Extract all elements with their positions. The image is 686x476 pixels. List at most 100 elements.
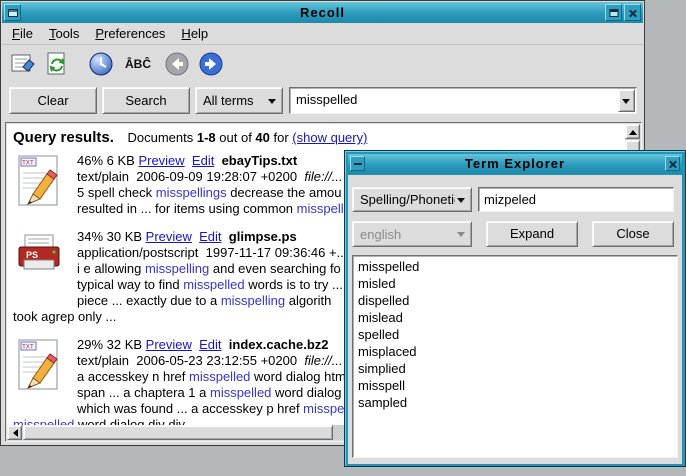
results-total: 40 xyxy=(255,130,269,145)
term-explorer-spell-icon: ÂBĈ xyxy=(125,57,151,71)
snippet-text xyxy=(222,229,229,244)
snippet-text: which was found ... a accesskey p href xyxy=(77,401,303,416)
show-query-link[interactable]: (show query) xyxy=(292,130,367,145)
erase-search-icon xyxy=(10,51,36,77)
nav-forward-icon xyxy=(198,51,224,77)
expand-mode-value: Spelling/Phonetic xyxy=(360,188,455,211)
term-item[interactable]: misled xyxy=(358,275,672,292)
scroll-left-button[interactable] xyxy=(7,425,22,440)
preview-link[interactable]: Preview xyxy=(146,229,192,244)
svg-text:TXT: TXT xyxy=(22,343,34,351)
menu-help[interactable]: Help xyxy=(173,23,216,44)
back-button[interactable] xyxy=(162,49,192,79)
clear-button[interactable]: Clear xyxy=(9,87,97,114)
chevron-down-icon xyxy=(457,198,465,203)
update-index-icon xyxy=(44,51,70,77)
term-item[interactable]: sampled xyxy=(358,394,672,411)
snippet-text: and even searching fo xyxy=(209,261,341,276)
dialog-title-bar[interactable]: Term Explorer xyxy=(348,154,682,174)
snippet-text xyxy=(214,153,221,168)
highlighted-term: misspe xyxy=(303,401,344,416)
forward-button[interactable] xyxy=(196,49,226,79)
snippet-text: a accesskey n href xyxy=(77,369,189,384)
close-icon xyxy=(668,159,677,168)
preview-link[interactable]: Preview xyxy=(138,153,184,168)
arrow-up-icon xyxy=(629,126,637,135)
results-range: 1-8 xyxy=(197,130,216,145)
dialog-title: Term Explorer xyxy=(348,154,682,174)
language-select[interactable]: english xyxy=(352,221,472,247)
dialog-content: Spelling/Phonetic english Expand Close m… xyxy=(348,175,682,464)
term-item[interactable]: misspelled xyxy=(358,258,672,275)
search-mode-value: All terms xyxy=(203,88,266,113)
snippet-text: text/plain 2006-05-23 23:12:55 +0200 xyxy=(77,353,304,368)
highlighted-term: misspelled xyxy=(210,385,271,400)
search-button[interactable]: Search xyxy=(102,87,190,114)
snippet-text: 29% 32 KB xyxy=(77,337,146,352)
close-dialog-button[interactable]: Close xyxy=(592,221,674,247)
term-item[interactable]: dispelled xyxy=(358,292,672,309)
query-history-dropdown-button[interactable] xyxy=(618,89,635,112)
update-index-button[interactable] xyxy=(42,49,72,79)
snippet-text: word dialog xyxy=(271,385,341,400)
erase-search-button[interactable] xyxy=(8,49,38,79)
snippet-text xyxy=(222,337,229,352)
results-for-label: for xyxy=(270,130,292,145)
menu-bar: FileToolsPreferencesHelp xyxy=(2,23,643,45)
snippet-text: word dialog htm xyxy=(250,369,345,384)
close-button[interactable] xyxy=(624,4,641,21)
text-file-icon: TXT xyxy=(15,154,63,208)
term-explorer-button[interactable]: ÂBĈ xyxy=(120,49,156,79)
results-title: Query results. xyxy=(13,129,114,146)
edit-link[interactable]: Edit xyxy=(199,337,221,352)
term-item[interactable]: misplaced xyxy=(358,343,672,360)
highlighted-term: misspelled xyxy=(189,369,250,384)
edit-link[interactable]: Edit xyxy=(192,153,214,168)
term-item[interactable]: misspell xyxy=(358,377,672,394)
expand-button[interactable]: Expand xyxy=(486,221,578,247)
term-item[interactable]: spelled xyxy=(358,326,672,343)
snippet-text: typical way to find xyxy=(77,277,183,292)
edit-link[interactable]: Edit xyxy=(199,229,221,244)
arrow-left-icon xyxy=(9,429,18,437)
postscript-file-icon: PS xyxy=(15,230,63,284)
window-menu-icon xyxy=(8,9,18,17)
preview-link[interactable]: Preview xyxy=(146,337,192,352)
scroll-up-button[interactable] xyxy=(625,124,640,139)
snippet-text: algorith xyxy=(285,293,331,308)
maximize-button[interactable] xyxy=(605,4,622,21)
snippet-text: piece ... exactly due to a xyxy=(77,293,221,308)
query-input[interactable]: misspelled xyxy=(289,87,637,114)
window-menu-button[interactable] xyxy=(4,4,21,21)
term-input[interactable] xyxy=(478,187,674,212)
term-item[interactable]: mislead xyxy=(358,309,672,326)
highlighted-term: misspellings xyxy=(156,185,227,200)
title-bar[interactable]: Recoll xyxy=(2,2,643,23)
dialog-window-menu-button[interactable] xyxy=(350,156,365,171)
snippet-text: text/plain 2006-09-09 19:28:07 +0200 xyxy=(77,169,304,184)
search-mode-select[interactable]: All terms xyxy=(195,87,283,114)
expand-mode-select[interactable]: Spelling/Phonetic xyxy=(352,187,472,212)
query-value: misspelled xyxy=(296,92,357,107)
highlighted-term: misspelli xyxy=(297,201,347,216)
desktop: { "colors": { "titlebar_teal": "#2b9abc"… xyxy=(0,0,686,476)
highlighted-term: misspelling xyxy=(145,261,209,276)
menu-tools[interactable]: Tools xyxy=(41,23,87,44)
term-list: misspelledmisleddispelledmisleadspelledm… xyxy=(352,255,678,458)
snippet-text: decrease the amou xyxy=(227,185,342,200)
horizontal-scrollbar-thumb[interactable] xyxy=(23,425,333,440)
chevron-down-icon xyxy=(622,99,630,104)
menu-preferences[interactable]: Preferences xyxy=(87,23,173,44)
history-button[interactable] xyxy=(86,49,116,79)
nav-back-icon xyxy=(164,51,190,77)
snippet-text: span ... a chaptera 1 a xyxy=(77,385,210,400)
dialog-close-button[interactable] xyxy=(665,156,680,171)
term-item[interactable]: simplied xyxy=(358,360,672,377)
result-filename: glimpse.ps xyxy=(229,229,297,244)
snippet-text: resulted in ... for items using common xyxy=(77,201,297,216)
highlighted-term: misspelled xyxy=(183,277,244,292)
result-filename: ebayTips.txt xyxy=(222,153,298,168)
menu-file[interactable]: File xyxy=(4,23,41,44)
toolbar: ÂBĈ xyxy=(2,46,643,84)
result-filename: index.cache.bz2 xyxy=(229,337,329,352)
